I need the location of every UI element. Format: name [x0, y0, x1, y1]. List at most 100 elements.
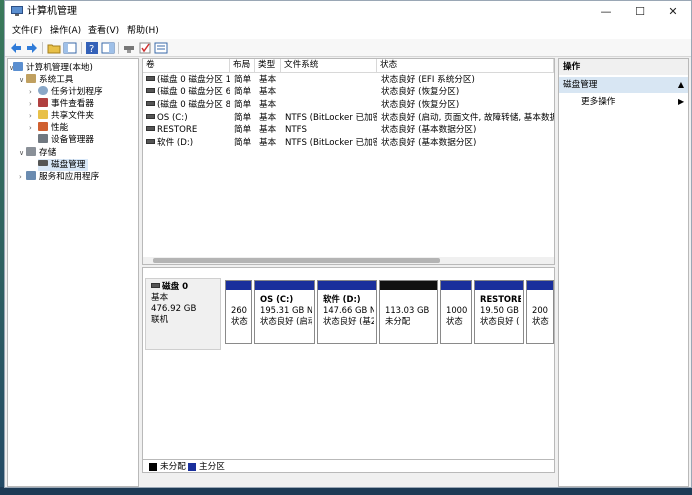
partition-title: OS (C:)	[260, 294, 294, 304]
volume-icon	[146, 114, 155, 119]
tree-item-performance[interactable]: 性能	[38, 122, 68, 134]
expand-icon[interactable]: ›	[29, 98, 32, 110]
expand-icon[interactable]: ›	[29, 86, 32, 98]
scrollbar-thumb[interactable]	[153, 258, 440, 263]
disk-size: 476.92 GB	[151, 304, 197, 314]
expand-icon[interactable]: ›	[19, 171, 22, 183]
volume-icon	[146, 139, 155, 144]
tree-item-storage[interactable]: 存储	[26, 147, 56, 159]
tree-item-device-manager[interactable]: 设备管理器	[38, 134, 94, 146]
partition-bar	[527, 281, 553, 290]
forward-arrow-icon[interactable]	[25, 41, 39, 55]
show-action-pane-icon[interactable]	[101, 41, 115, 55]
up-folder-icon[interactable]	[47, 41, 61, 55]
more-actions-link[interactable]: 更多操作	[581, 96, 615, 108]
partition-bar	[318, 281, 376, 290]
partition-bar	[441, 281, 471, 290]
legend-swatch-unallocated	[149, 463, 157, 471]
partition-size: 19.50 GB I	[480, 305, 521, 315]
partition-efi[interactable]: 260 状态	[225, 280, 252, 344]
actions-section-disk-management[interactable]: 磁盘管理 ▲	[559, 77, 688, 93]
horizontal-scrollbar[interactable]	[143, 257, 554, 264]
chevron-right-icon[interactable]: ▶	[678, 96, 684, 108]
legend-label-primary: 主分区	[199, 462, 225, 472]
event-viewer-icon	[38, 98, 48, 107]
toolbar-separator	[81, 42, 82, 54]
partition-size: 260	[231, 305, 247, 315]
collapse-icon[interactable]: ∨	[19, 74, 24, 86]
disk-0-info[interactable]: 磁盘 0 基本 476.92 GB 联机	[145, 278, 221, 350]
tree-item-task-scheduler[interactable]: 任务计划程序	[38, 86, 103, 98]
volume-icon	[146, 88, 155, 93]
table-row[interactable]: (磁盘 0 磁盘分区 8)	[143, 99, 230, 111]
table-row[interactable]: 软件 (D:)	[143, 137, 230, 149]
menu-help[interactable]: 帮助(H)	[127, 25, 159, 37]
partition-recovery-2[interactable]: 200 I 状态	[526, 280, 554, 344]
menu-file[interactable]: 文件(F)	[12, 25, 42, 37]
table-row[interactable]: OS (C:)	[143, 112, 230, 124]
close-button[interactable]: ✕	[656, 1, 690, 23]
cell-layout: 简单	[234, 138, 252, 148]
tree-item-root[interactable]: 计算机管理(本地)	[13, 62, 93, 74]
column-header-type[interactable]: 类型	[255, 59, 281, 73]
column-header-layout[interactable]: 布局	[230, 59, 255, 73]
connect-icon[interactable]	[122, 41, 136, 55]
cell-filesystem	[282, 74, 377, 86]
column-header-status[interactable]: 状态	[377, 59, 554, 73]
tree-item-system-tools[interactable]: 系统工具	[26, 74, 73, 86]
cell-type: 基本	[259, 87, 277, 97]
desktop-taskbar-edge	[0, 487, 692, 495]
partition-status: 状态	[532, 316, 549, 326]
device-manager-icon	[38, 134, 48, 143]
computer-management-icon	[11, 6, 23, 16]
legend-label-unallocated: 未分配	[160, 462, 186, 472]
back-arrow-icon[interactable]	[9, 41, 23, 55]
minimize-button[interactable]: —	[589, 1, 623, 23]
clock-icon	[38, 86, 48, 95]
properties-icon[interactable]	[154, 41, 168, 55]
tree-item-shared-folders[interactable]: 共享文件夹	[38, 110, 94, 122]
storage-icon	[26, 147, 36, 156]
partition-recovery-1[interactable]: 1000 I 状态	[440, 280, 472, 344]
help-icon[interactable]: ?	[85, 41, 99, 55]
menu-view[interactable]: 查看(V)	[88, 25, 119, 37]
volume-icon	[146, 101, 155, 106]
cell-type: 基本	[259, 100, 277, 110]
collapse-up-icon[interactable]: ▲	[678, 77, 684, 93]
table-row[interactable]: (磁盘 0 磁盘分区 1)	[143, 74, 230, 86]
partition-restore[interactable]: RESTORE 19.50 GB I 状态良好 (	[474, 280, 524, 344]
navigation-tree: ∨ 计算机管理(本地) ∨ 系统工具 › 任务计划程序 › 事件查看器 › 共享…	[7, 58, 139, 487]
expand-icon[interactable]: ›	[29, 122, 32, 134]
partition-unallocated[interactable]: 113.03 GB 未分配	[379, 280, 438, 344]
actions-header: 操作	[559, 59, 688, 75]
table-row[interactable]: RESTORE	[143, 124, 230, 136]
menu-bar: 文件(F) 操作(A) 查看(V) 帮助(H)	[5, 23, 691, 39]
column-header-filesystem[interactable]: 文件系统	[281, 59, 377, 73]
tree-item-disk-management[interactable]: 磁盘管理	[38, 159, 89, 171]
partition-software-d[interactable]: 软件 (D:) 147.66 GB N 状态良好 (基2	[317, 280, 377, 344]
toolbar: ?	[5, 39, 691, 57]
disk-icon	[38, 160, 48, 166]
show-tree-icon[interactable]	[63, 41, 77, 55]
cell-layout: 简单	[234, 125, 252, 135]
tree-item-services-apps[interactable]: 服务和应用程序	[26, 171, 99, 183]
cell-layout: 简单	[234, 113, 252, 123]
disk-icon	[151, 283, 160, 288]
tree-item-event-viewer[interactable]: 事件查看器	[38, 98, 94, 110]
table-row[interactable]: (磁盘 0 磁盘分区 6)	[143, 86, 230, 98]
expand-icon[interactable]: ›	[29, 110, 32, 122]
cell-type: 基本	[259, 138, 277, 148]
cell-filesystem: NTFS (BitLocker 已加密)	[285, 113, 377, 123]
cell-layout: 简单	[234, 87, 252, 97]
partition-size: 195.31 GB NT	[260, 305, 312, 315]
check-properties-icon[interactable]	[138, 41, 152, 55]
maximize-button[interactable]: ☐	[623, 1, 657, 23]
column-header-volume[interactable]: 卷	[143, 59, 230, 73]
cell-type: 基本	[259, 75, 277, 85]
cell-status: 状态良好 (恢复分区)	[381, 87, 460, 97]
collapse-icon[interactable]: ∨	[19, 147, 24, 159]
menu-action[interactable]: 操作(A)	[50, 25, 81, 37]
partition-os-c[interactable]: OS (C:) 195.31 GB NT 状态良好 (启动	[254, 280, 315, 344]
disk-status: 联机	[151, 315, 169, 325]
shared-folder-icon	[38, 110, 48, 119]
